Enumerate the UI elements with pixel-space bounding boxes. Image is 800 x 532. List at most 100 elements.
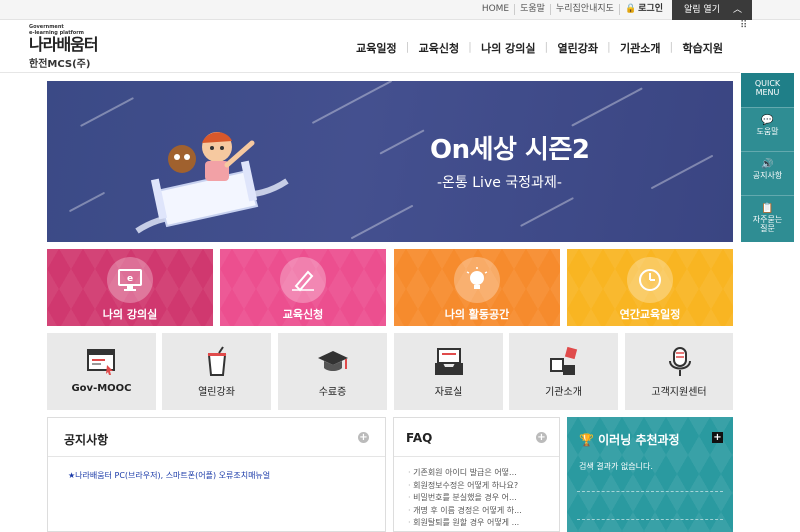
- faq-title: FAQ: [406, 431, 433, 445]
- banner-streak: [311, 81, 393, 125]
- quick-head-line1: QUICK: [754, 79, 781, 88]
- tile-about[interactable]: 기관소개: [509, 333, 618, 410]
- sitemap-link[interactable]: 누리집안내지도: [549, 4, 619, 15]
- chevron-up-icon: ︿: [732, 5, 742, 15]
- microphone-icon: [669, 347, 691, 376]
- banner-title: On세상 시즌2: [430, 135, 590, 165]
- quick-menu-header: QUICK MENU: [741, 73, 794, 107]
- quick-menu: QUICK MENU 💬 도움말 🔊 공지사항 📋 자주묻는 질문: [741, 73, 794, 242]
- tile-label: 교육신청: [282, 308, 324, 321]
- recommend-more-plus-icon[interactable]: +: [712, 432, 723, 443]
- nav-my-classroom[interactable]: 나의 강의실: [468, 40, 546, 56]
- faq-item[interactable]: 기존회원 아이디 발급은 어떻...: [408, 467, 522, 480]
- alarm-label: 알림 열기: [684, 5, 720, 15]
- monitor-icon: e: [107, 257, 153, 303]
- help-link[interactable]: 도움말: [514, 4, 550, 15]
- lock-icon: 🔒: [624, 4, 637, 14]
- banner-streak: [571, 87, 643, 127]
- tile-label: 기관소개: [545, 387, 582, 398]
- panel-divider: [394, 456, 559, 457]
- lightbulb-icon: [454, 257, 500, 303]
- quick-notice[interactable]: 🔊 공지사항: [741, 151, 794, 195]
- quick-head-line2: MENU: [755, 88, 780, 97]
- tile-my-classroom[interactable]: e 나의 강의실: [47, 249, 213, 326]
- browser-window-icon: [87, 349, 115, 375]
- banner-streak: [350, 204, 414, 240]
- tile-customer-center[interactable]: 고객지원센터: [625, 333, 733, 410]
- login-label: 로그인: [638, 4, 663, 14]
- speaker-icon: 🔊: [761, 159, 774, 170]
- recommend-title: 🏆 이러닝 추천과정: [579, 431, 680, 448]
- quick-help[interactable]: 💬 도움말: [741, 107, 794, 151]
- flying-bed-illustration: [135, 132, 289, 234]
- faq-item[interactable]: 회원탈퇴를 원할 경우 어떻게 ...: [408, 517, 522, 530]
- tile-label: 열린강좌: [198, 387, 235, 398]
- header-divider: [0, 72, 740, 73]
- logo-name: 나라배움터: [29, 35, 99, 54]
- tile-archive[interactable]: 자료실: [394, 333, 503, 410]
- tile-gov-mooc[interactable]: Gov-MOOC: [47, 333, 156, 410]
- blocks-icon: [550, 346, 578, 375]
- nav-about[interactable]: 기관소개: [607, 40, 671, 56]
- nav-schedule[interactable]: 교육일정: [345, 40, 407, 56]
- faq-more-plus-icon[interactable]: +: [536, 432, 547, 443]
- tile-annual-schedule[interactable]: 연간교육일정: [567, 249, 733, 326]
- banner-streak: [68, 191, 106, 213]
- recommend-empty-text: 검색 결과가 없습니다.: [579, 462, 653, 471]
- faq-item[interactable]: 비밀번호를 분실했을 경우 어...: [408, 492, 522, 505]
- notice-panel: 공지사항 + ★나라배움터 PC(브라우저), 스마트폰(어플) 오류조치매뉴얼: [47, 417, 386, 532]
- dashed-divider: [577, 491, 723, 492]
- panel-divider: [48, 456, 385, 457]
- dashed-divider: [577, 519, 723, 520]
- faq-item[interactable]: 회원정보수정은 어떻게 하나요?: [408, 480, 522, 493]
- tile-label: 자료실: [434, 387, 463, 398]
- alarm-open-button[interactable]: 알림 열기 ︿: [672, 0, 752, 20]
- main-nav: 교육일정 교육신청 나의 강의실 열린강좌 기관소개 학습지원: [345, 40, 734, 56]
- tile-label: 고객지원센터: [651, 387, 707, 398]
- tile-label: 나의 활동공간: [444, 308, 510, 321]
- quick-faq-label-1: 자주묻는: [752, 215, 783, 224]
- top-links: HOME 도움말 누리집안내지도 🔒 로그인: [477, 4, 668, 15]
- faq-panel: FAQ + 기존회원 아이디 발급은 어떻... 회원정보수정은 어떻게 하나요…: [393, 417, 560, 532]
- notice-more-plus-icon[interactable]: +: [358, 432, 369, 443]
- banner-streak: [379, 129, 425, 155]
- trophy-icon: 🏆: [579, 433, 594, 447]
- recommend-panel: 🏆 이러닝 추천과정 + 검색 결과가 없습니다.: [567, 417, 733, 532]
- graduation-cap-icon: [318, 351, 348, 371]
- tile-open-lecture[interactable]: 열린강좌: [162, 333, 271, 410]
- faq-list: 기존회원 아이디 발급은 어떻... 회원정보수정은 어떻게 하나요? 비밀번호…: [408, 467, 522, 530]
- top-utility-bar: HOME 도움말 누리집안내지도 🔒 로그인 알림 열기 ︿: [0, 0, 800, 20]
- login-link[interactable]: 🔒 로그인: [618, 4, 668, 15]
- notice-item[interactable]: ★나라배움터 PC(브라우저), 스마트폰(어플) 오류조치매뉴얼: [68, 470, 270, 481]
- nav-support[interactable]: 학습지원: [670, 40, 734, 56]
- nav-open-lecture[interactable]: 열린강좌: [545, 40, 609, 56]
- cup-icon: [207, 346, 227, 376]
- nav-apply[interactable]: 교육신청: [406, 40, 470, 56]
- site-logo[interactable]: Government e-learning platform 나라배움터: [29, 24, 99, 54]
- tile-certificate[interactable]: 수료증: [278, 333, 387, 410]
- banner-streak: [80, 97, 134, 127]
- tile-label: Gov-MOOC: [71, 383, 132, 394]
- inbox-tray-icon: [435, 348, 463, 375]
- quick-faq[interactable]: 📋 자주묻는 질문: [741, 195, 794, 239]
- tile-my-activity[interactable]: 나의 활동공간: [394, 249, 560, 326]
- tile-label: 연간교육일정: [619, 308, 681, 321]
- banner-streak: [650, 154, 714, 190]
- tile-label: 수료증: [318, 387, 347, 398]
- tile-apply[interactable]: 교육신청: [220, 249, 386, 326]
- pen-icon: [280, 257, 326, 303]
- clock-icon: [627, 257, 673, 303]
- grid-menu-icon[interactable]: ⠿: [740, 20, 752, 32]
- tile-label: 나의 강의실: [102, 308, 158, 321]
- quick-help-label: 도움말: [756, 127, 779, 136]
- main-banner[interactable]: On세상 시즌2 -온통 Live 국정과제-: [47, 81, 733, 242]
- notice-title: 공지사항: [64, 433, 109, 447]
- faq-item[interactable]: 개명 후 이름 경정은 어떻게 하...: [408, 505, 522, 518]
- quick-notice-label: 공지사항: [752, 171, 783, 180]
- chat-bubble-icon: 💬: [761, 115, 774, 126]
- document-icon: 📋: [761, 203, 774, 214]
- recommend-title-text: 이러닝 추천과정: [598, 433, 680, 447]
- company-name: 한전MCS(주): [29, 59, 91, 70]
- svg-text:e: e: [127, 274, 133, 284]
- home-link[interactable]: HOME: [477, 4, 514, 15]
